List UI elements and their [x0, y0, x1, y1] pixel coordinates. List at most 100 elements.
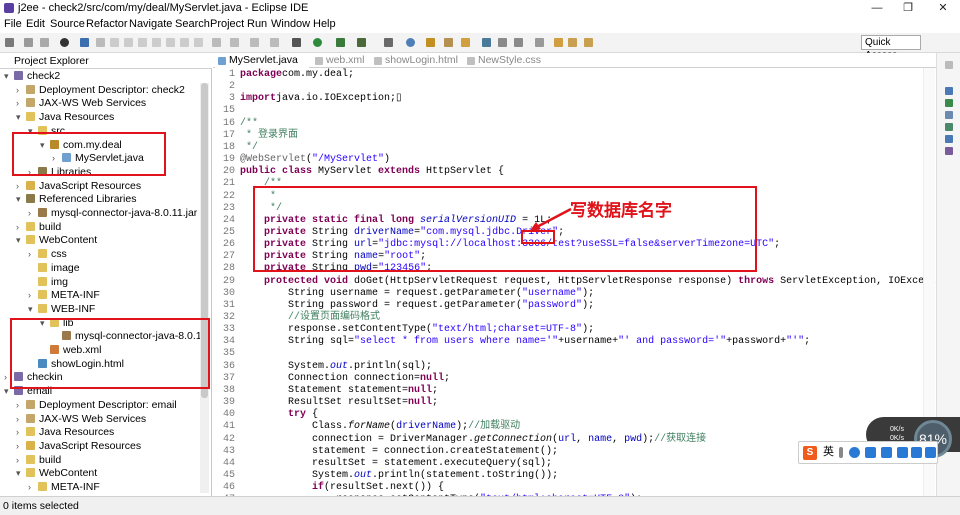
minimize-view-icon[interactable]: [945, 61, 953, 69]
expanded-twisty-icon[interactable]: ▾: [28, 303, 38, 316]
tree-item[interactable]: › Java Resources: [16, 426, 114, 439]
code-line[interactable]: 17 * 登录界面: [213, 130, 298, 142]
code-line[interactable]: 43 statement = connection.createStatemen…: [213, 446, 558, 458]
collapsed-twisty-icon[interactable]: ›: [16, 454, 26, 467]
tools-icon[interactable]: [911, 447, 922, 458]
new-project-icon[interactable]: [406, 38, 415, 47]
menu-edit[interactable]: Edit: [26, 18, 45, 30]
code-line[interactable]: 15: [213, 105, 240, 117]
collapsed-twisty-icon[interactable]: ›: [28, 248, 38, 261]
new-server-icon[interactable]: [384, 38, 393, 47]
code-line[interactable]: 45 System.out.println(statement.toString…: [213, 470, 558, 482]
terminal-icon[interactable]: [80, 38, 89, 47]
task-list-icon[interactable]: [945, 99, 953, 107]
code-line[interactable]: 16 /**: [213, 118, 258, 130]
code-line[interactable]: 37 Connection connection=null;: [213, 373, 450, 385]
search-icon[interactable]: [444, 38, 453, 47]
tree-item[interactable]: ▾ WebContent: [16, 467, 97, 480]
tree-item[interactable]: › build: [16, 454, 61, 467]
code-line[interactable]: 3 importjava.io.IOException;▯: [213, 93, 402, 105]
code-line[interactable]: 19 @WebServlet("/MyServlet"): [213, 154, 390, 166]
expanded-twisty-icon[interactable]: ▾: [16, 467, 26, 480]
tree-item[interactable]: › META-INF: [28, 289, 100, 302]
menu-file[interactable]: File: [4, 18, 22, 30]
code-line[interactable]: 2: [213, 81, 240, 93]
drop-frame-icon[interactable]: [212, 38, 221, 47]
step-over-icon[interactable]: [180, 38, 189, 47]
collapsed-twisty-icon[interactable]: ›: [16, 413, 26, 426]
tree-item[interactable]: › JavaScript Resources: [16, 440, 141, 453]
collapsed-twisty-icon[interactable]: ›: [16, 440, 26, 453]
debug-config-icon[interactable]: [60, 38, 69, 47]
code-line[interactable]: 46 if(resultSet.next()) {: [213, 482, 444, 494]
code-line[interactable]: 36 System.out.println(sql);: [213, 361, 432, 373]
menu-project[interactable]: Project: [210, 18, 244, 30]
tab-web-xml[interactable]: web.xml: [312, 54, 368, 68]
menu-source[interactable]: Source: [50, 18, 85, 30]
code-editor[interactable]: 1 packagecom.my.deal; 2 3 importjava.io.IOEx…: [213, 68, 954, 505]
tree-item[interactable]: › css: [28, 248, 67, 261]
tree-item[interactable]: › JAX-WS Web Services: [16, 97, 146, 110]
tree-item[interactable]: › META-INF: [28, 481, 100, 494]
voice-icon[interactable]: [865, 447, 876, 458]
run-icon[interactable]: [313, 38, 322, 47]
code-line[interactable]: 44 resultSet = statement.executeQuery(sq…: [213, 458, 552, 470]
code-line[interactable]: 32 //设置页面编码格式: [213, 312, 380, 324]
menu-grid-icon[interactable]: [925, 447, 936, 458]
toggle-breakpoint-icon[interactable]: [250, 38, 259, 47]
collapsed-twisty-icon[interactable]: ›: [16, 426, 26, 439]
punctuation-icon[interactable]: [839, 447, 843, 458]
menu-help[interactable]: Help: [313, 18, 336, 30]
servers-view-icon[interactable]: [945, 135, 953, 143]
code-line[interactable]: 29 protected void doGet(HttpServletReque…: [213, 276, 960, 288]
new-icon[interactable]: [5, 38, 14, 47]
code-line[interactable]: 33 response.setContentType("text/html;ch…: [213, 324, 594, 336]
ime-language-toggle[interactable]: 英: [823, 447, 834, 458]
minimize-button[interactable]: —: [862, 0, 892, 16]
disconnect-icon[interactable]: [152, 38, 161, 47]
save-icon[interactable]: [24, 38, 33, 47]
open-type-icon[interactable]: [426, 38, 435, 47]
tree-item[interactable]: › JavaScript Resources: [16, 180, 141, 193]
last-edit-icon[interactable]: [554, 38, 563, 47]
close-button[interactable]: ✕: [928, 0, 958, 16]
block-selection-icon[interactable]: [514, 38, 523, 47]
sogou-logo-icon[interactable]: S: [803, 446, 817, 460]
tree-item[interactable]: ▾ WEB-INF: [28, 303, 95, 316]
collapsed-twisty-icon[interactable]: ›: [16, 180, 26, 193]
menu-navigate[interactable]: Navigate: [129, 18, 172, 30]
emoji-icon[interactable]: [849, 447, 860, 458]
console-view-icon[interactable]: [945, 123, 953, 131]
code-line[interactable]: 1 packagecom.my.deal;: [213, 69, 354, 81]
properties-view-icon[interactable]: [945, 147, 953, 155]
collapsed-twisty-icon[interactable]: ›: [28, 207, 38, 220]
code-line[interactable]: 18 */: [213, 142, 258, 154]
code-line[interactable]: 30 String username = request.getParamete…: [213, 288, 594, 300]
code-line[interactable]: 31 String password = request.getParamete…: [213, 300, 594, 312]
collapsed-twisty-icon[interactable]: ›: [28, 289, 38, 302]
tree-item[interactable]: ▾ WebContent: [16, 234, 97, 247]
maximize-button[interactable]: ❐: [893, 0, 923, 16]
external-tools-icon[interactable]: [357, 38, 366, 47]
use-step-filters-icon[interactable]: [230, 38, 239, 47]
save-all-icon[interactable]: [40, 38, 49, 47]
web-browser-icon[interactable]: [482, 38, 491, 47]
terminate-icon[interactable]: [138, 38, 147, 47]
coverage-icon[interactable]: [336, 38, 345, 47]
menu-search[interactable]: Search: [175, 18, 210, 30]
next-annotation-icon[interactable]: [535, 38, 544, 47]
tree-item[interactable]: img: [28, 276, 68, 289]
code-line[interactable]: 42 connection = DriverManager.getConnect…: [213, 434, 706, 446]
menu-refactor[interactable]: Refactor: [86, 18, 128, 30]
keyboard-icon[interactable]: [881, 447, 892, 458]
code-line[interactable]: 40 try {: [213, 409, 318, 421]
step-return-icon[interactable]: [194, 38, 203, 47]
collapsed-twisty-icon[interactable]: ›: [16, 97, 26, 110]
watch-icon[interactable]: [270, 38, 279, 47]
outline-view-icon[interactable]: [945, 87, 953, 95]
code-line[interactable]: 41 Class.forName(driverName);//加载驱动: [213, 421, 520, 433]
code-line[interactable]: 38 Statement statement=null;: [213, 385, 438, 397]
tree-item[interactable]: › mysql-connector-java-8.0.11.jar - |: [28, 207, 209, 220]
code-line[interactable]: 35: [213, 348, 240, 360]
menu-run[interactable]: Run: [247, 18, 267, 30]
